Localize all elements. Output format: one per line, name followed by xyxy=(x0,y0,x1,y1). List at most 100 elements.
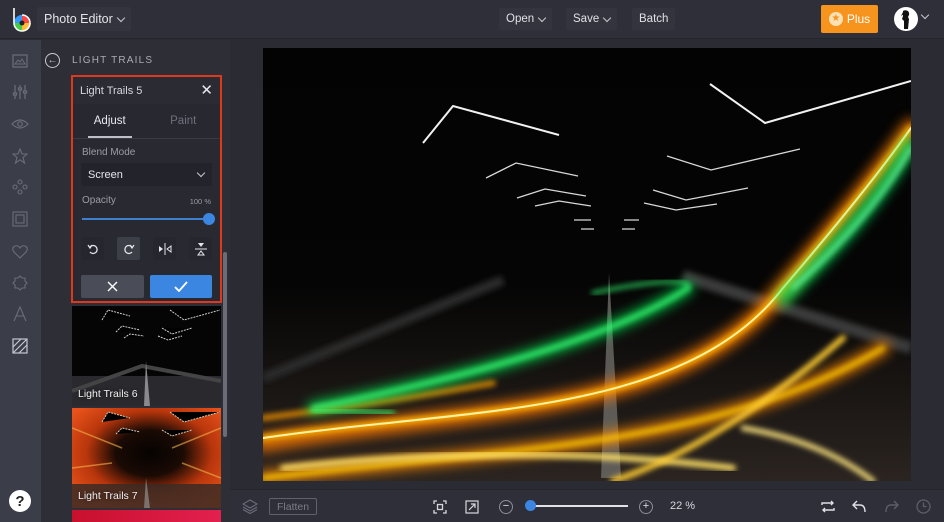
rotate-left-button[interactable] xyxy=(81,237,104,260)
tab-paint[interactable]: Paint xyxy=(147,104,221,138)
effect-settings-card: Light Trails 5 ✕ Adjust Paint Blend Mode… xyxy=(71,75,222,303)
close-icon xyxy=(107,281,118,292)
graphics-icon[interactable] xyxy=(11,178,29,196)
blend-mode-value: Screen xyxy=(88,168,123,181)
flatten-label: Flatten xyxy=(277,500,310,513)
user-silhouette-icon xyxy=(901,10,910,30)
effect-thumbnail[interactable] xyxy=(72,510,221,522)
opacity-slider[interactable] xyxy=(82,213,215,225)
text-icon[interactable] xyxy=(11,305,29,323)
fit-screen-icon xyxy=(433,499,447,514)
rotate-right-icon xyxy=(123,244,134,254)
zoom-value: 22 % xyxy=(670,500,696,512)
panel-title: LIGHT TRAILS xyxy=(72,55,154,66)
effects-panel: ← LIGHT TRAILS Light Trails 5 ✕ Adjust P… xyxy=(41,40,230,522)
befunky-logo-icon[interactable] xyxy=(8,6,34,32)
zoom-slider-handle[interactable] xyxy=(524,500,536,511)
adjust-sliders-icon[interactable] xyxy=(11,83,29,101)
redo-icon xyxy=(884,500,899,513)
open-label: Open xyxy=(506,13,535,25)
texture-icon[interactable] xyxy=(11,337,29,355)
transform-tools xyxy=(73,237,220,260)
avatar[interactable] xyxy=(894,7,918,31)
chevron-down-icon xyxy=(196,168,206,178)
close-icon[interactable]: ✕ xyxy=(200,83,213,98)
panel-scrollbar[interactable] xyxy=(223,252,227,437)
frame-icon[interactable] xyxy=(11,210,29,228)
save-button[interactable]: Save xyxy=(566,8,618,30)
photo-canvas[interactable] xyxy=(263,48,911,481)
card-title: Light Trails 5 xyxy=(80,84,143,97)
tool-icon-bar: ? xyxy=(0,40,41,522)
badge-icon[interactable] xyxy=(11,274,29,292)
opacity-value: 100 % xyxy=(189,197,211,206)
card-tabs: Adjust Paint xyxy=(73,104,220,139)
flip-horizontal-button[interactable] xyxy=(153,237,176,260)
blend-mode-select[interactable]: Screen xyxy=(81,163,212,186)
history-button[interactable] xyxy=(915,498,931,515)
undo-icon xyxy=(851,500,866,513)
top-bar: Photo Editor Open Save Batch ★ Plus xyxy=(0,0,944,39)
card-header: Light Trails 5 ✕ xyxy=(73,77,220,104)
star-icon: ★ xyxy=(828,12,843,26)
tab-adjust[interactable]: Adjust xyxy=(73,104,147,138)
rotate-right-button[interactable] xyxy=(117,237,140,260)
thumbnail-label: Light Trails 6 xyxy=(78,388,138,400)
blend-mode-label: Blend Mode xyxy=(82,147,136,158)
zoom-slider[interactable] xyxy=(524,500,628,511)
layers-icon xyxy=(242,499,258,514)
card-actions xyxy=(73,275,220,298)
cancel-button[interactable] xyxy=(81,275,144,298)
opacity-slider-handle[interactable] xyxy=(203,213,215,225)
help-button[interactable]: ? xyxy=(9,490,31,512)
save-label: Save xyxy=(573,13,600,25)
flip-vertical-icon xyxy=(194,242,207,255)
opacity-slider-track[interactable] xyxy=(82,218,211,220)
opacity-row: Opacity 100 % xyxy=(73,195,220,206)
canvas-area xyxy=(230,40,944,489)
image-icon[interactable] xyxy=(11,52,29,70)
back-arrow-icon[interactable]: ← xyxy=(45,53,60,68)
heart-icon[interactable] xyxy=(11,242,29,260)
light-trails-photo xyxy=(263,48,911,481)
zoom-out-button[interactable]: − xyxy=(498,498,514,515)
effect-thumbnail[interactable]: Light Trails 6 xyxy=(72,306,221,406)
tab-adjust-label: Adjust xyxy=(93,115,126,127)
flip-vertical-button[interactable] xyxy=(189,237,212,260)
batch-button[interactable]: Batch xyxy=(632,8,676,30)
chevron-down-icon xyxy=(537,13,547,22)
star-icon[interactable] xyxy=(11,147,29,165)
minus-icon: − xyxy=(499,499,513,514)
zoom-in-button[interactable]: + xyxy=(638,498,654,515)
thumbnail-label: Light Trails 7 xyxy=(78,490,138,502)
compare-button[interactable] xyxy=(820,498,836,515)
chevron-down-icon[interactable] xyxy=(920,10,930,20)
redo-button[interactable] xyxy=(883,498,899,515)
tab-paint-label: Paint xyxy=(170,115,197,127)
fit-to-screen-button[interactable] xyxy=(432,498,448,515)
help-icon: ? xyxy=(15,492,25,510)
chevron-down-icon xyxy=(602,13,612,22)
undo-button[interactable] xyxy=(851,498,867,515)
flip-horizontal-icon xyxy=(158,242,171,255)
opacity-label: Opacity xyxy=(82,195,116,206)
plus-icon: + xyxy=(639,499,653,514)
rotate-left-icon xyxy=(87,244,98,254)
batch-label: Batch xyxy=(639,13,669,25)
effect-thumbnail[interactable]: Light Trails 7 xyxy=(72,408,221,508)
app-menu-label: Photo Editor xyxy=(44,12,113,26)
clock-icon xyxy=(915,499,931,514)
swap-arrows-icon xyxy=(821,500,835,513)
app-menu-button[interactable]: Photo Editor xyxy=(37,7,131,31)
plus-upgrade-button[interactable]: ★ Plus xyxy=(821,5,878,33)
layers-button[interactable] xyxy=(242,498,258,515)
actual-size-button[interactable] xyxy=(464,498,480,515)
apply-button[interactable] xyxy=(149,275,212,298)
open-button[interactable]: Open xyxy=(499,8,553,30)
bottom-toolbar: Flatten − + 22 % xyxy=(230,489,944,522)
eye-icon[interactable] xyxy=(11,115,29,133)
chevron-down-icon xyxy=(116,13,126,22)
plus-label: Plus xyxy=(846,12,871,26)
expand-icon xyxy=(465,499,479,514)
flatten-button[interactable]: Flatten xyxy=(269,498,318,515)
